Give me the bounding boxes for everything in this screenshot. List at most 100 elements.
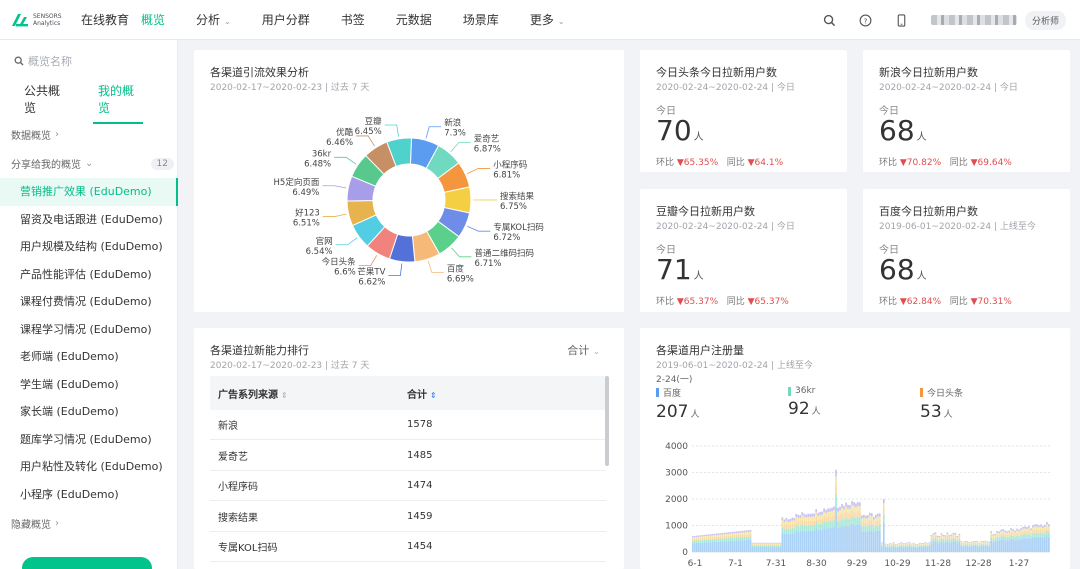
nav-item-2[interactable]: 用户分群 [262, 0, 310, 40]
column-header-source[interactable]: 广告系列来源 ⇕ [210, 386, 407, 401]
bar-segment [743, 537, 746, 541]
section-hidden-overview[interactable]: 隐藏概览 › [11, 516, 59, 531]
bar-segment [904, 543, 907, 545]
bar-segment [1024, 537, 1026, 552]
sidebar-item[interactable]: 学生端 (EduDemo) [0, 371, 178, 399]
bar-segment [787, 534, 790, 552]
bar-segment [729, 541, 732, 552]
overview-search[interactable]: 概览名称 [14, 53, 72, 69]
bar-segment [944, 540, 947, 543]
bar-segment [1004, 534, 1006, 537]
nav-item-6[interactable]: 更多 ⌄ [530, 0, 565, 40]
bar-segment [904, 544, 907, 546]
sidebar-item[interactable]: 营销推广效果 (EduDemo) [0, 178, 178, 206]
bar-segment [1036, 529, 1038, 533]
bar-segment [1040, 536, 1042, 552]
cell-source: 搜索结果 [218, 512, 258, 524]
nav-item-1[interactable]: 分析 ⌄ [196, 0, 231, 40]
sort-icon[interactable]: ⇕ [430, 391, 437, 400]
bar-segment [1038, 527, 1040, 530]
project-name[interactable]: 在线教育 [81, 11, 129, 28]
table-row[interactable]: 爱奇艺 1485 [210, 441, 606, 471]
bar-segment [755, 542, 758, 544]
bar-segment [809, 520, 812, 526]
sidebar-item[interactable]: 用户规模及结构 (EduDemo) [0, 233, 178, 261]
bar-segment [705, 536, 708, 538]
logo-text-analytics: Analytics [33, 19, 61, 27]
sidebar-item[interactable]: 老师端 (EduDemo) [0, 343, 178, 371]
table-row[interactable]: 专属KOL扫码 1454 [210, 532, 606, 563]
tab-my-overview[interactable]: 我的概览 [93, 82, 143, 124]
sidebar-item[interactable]: 小程序 (EduDemo) [0, 481, 178, 509]
section-data-overview[interactable]: 数据概览 › [11, 127, 59, 142]
sort-icon[interactable]: ⇕ [281, 391, 288, 400]
bar-segment [725, 536, 728, 539]
bar-segment [984, 540, 987, 542]
table-row[interactable]: 小程序码 1474 [210, 471, 606, 502]
tab-public-overview[interactable]: 公共概览 [24, 82, 64, 124]
bar-segment [1018, 529, 1020, 532]
bar-segment [1034, 536, 1036, 552]
nav-item-5[interactable]: 场景库 [463, 0, 499, 40]
bar-segment [701, 535, 704, 537]
sidebar-item[interactable]: 留资及电话跟进 (EduDemo) [0, 206, 178, 234]
kpi-card-baidu[interactable]: 百度今日拉新用户数 2019-06-01~2020-02-24 | 上线至今 今日 6… [863, 189, 1070, 312]
bar-segment [705, 534, 708, 537]
bar-segment [721, 536, 724, 539]
create-overview-button[interactable] [22, 557, 152, 569]
sidebar-item[interactable]: 家长端 (EduDemo) [0, 398, 178, 426]
kpi-card-douban[interactable]: 豆瓣今日拉新用户数 2020-02-24~2020-02-24 | 今日 今日 71 人… [640, 189, 847, 312]
registration-bar-chart[interactable]: 4000 3000 2000 1000 06-1 7-1 7-31 8-30 9-29 10-29… [640, 328, 1070, 569]
mobile-icon[interactable] [895, 13, 909, 27]
bar-segment [811, 530, 814, 552]
bar-segment [1010, 532, 1012, 536]
sidebar-item[interactable]: 用户粘性及转化 (EduDemo) [0, 453, 178, 481]
kpi-value: 68 人 [879, 114, 927, 147]
sidebar-item[interactable]: 产品性能评估 (EduDemo) [0, 261, 178, 289]
bar-segment [948, 535, 951, 537]
bar-segment [986, 544, 989, 547]
kpi-card-toutiao[interactable]: 今日头条今日拉新用户数 2020-02-24~2020-02-24 | 今日 今日 7… [640, 50, 847, 172]
bar-segment [831, 520, 833, 528]
bar-segment [723, 532, 726, 535]
sidebar-item[interactable]: 课程学习情况 (EduDemo) [0, 316, 178, 344]
bar-segment [876, 513, 879, 517]
bar-segment [1016, 530, 1018, 533]
table-row[interactable]: 新浪 1578 [210, 410, 606, 440]
bar-segment [902, 544, 905, 546]
bar-segment [719, 533, 722, 535]
bar-segment [874, 525, 877, 532]
table-row[interactable]: 搜索结果 1459 [210, 502, 606, 532]
user-account-name[interactable] [930, 15, 1017, 25]
table-scrollbar[interactable] [605, 376, 609, 466]
role-badge[interactable]: 分析师 [1024, 10, 1066, 30]
donut-chart[interactable]: 新浪7.3%爱奇艺6.87%小程序码6.81%搜索结果6.75%专属KOL扫码6… [194, 50, 624, 312]
sensors-logo[interactable]: SENSORS Analytics [10, 12, 76, 28]
sidebar-item[interactable]: 课程付费情况 (EduDemo) [0, 288, 178, 316]
bar-segment [851, 505, 853, 511]
nav-item-4[interactable]: 元数据 [396, 0, 432, 40]
slice-percent-label: 6.51% [293, 219, 320, 229]
bar-segment [980, 543, 983, 545]
bar-segment [926, 545, 929, 548]
slice-percent-label: 6.62% [358, 278, 385, 288]
bar-segment [1000, 533, 1002, 537]
search-icon[interactable] [823, 13, 837, 27]
nav-item-3[interactable]: 书签 [341, 0, 365, 40]
bar-segment [775, 543, 778, 545]
bar-segment [886, 543, 889, 545]
column-header-total[interactable]: 合计 ⇕ [407, 386, 437, 401]
help-icon[interactable]: ? [859, 13, 873, 27]
kpi-card-sina[interactable]: 新浪今日拉新用户数 2020-02-24~2020-02-24 | 今日 今日 68 人… [863, 50, 1070, 172]
sidebar-item[interactable]: 题库学习情况 (EduDemo) [0, 426, 178, 454]
nav-item-0[interactable]: 概览 [141, 0, 165, 40]
bar-segment [863, 514, 865, 518]
bar-segment [990, 540, 993, 552]
bar-segment [809, 531, 812, 552]
aggregate-select[interactable]: 合计 ⌄ [567, 342, 600, 358]
bar-segment [954, 538, 957, 542]
bar-segment [839, 527, 841, 552]
section-shared-overview[interactable]: 分享给我的概览 ⌄ 12 [11, 156, 174, 171]
bar-segment [765, 543, 768, 545]
search-input[interactable]: 概览名称 [28, 53, 72, 69]
